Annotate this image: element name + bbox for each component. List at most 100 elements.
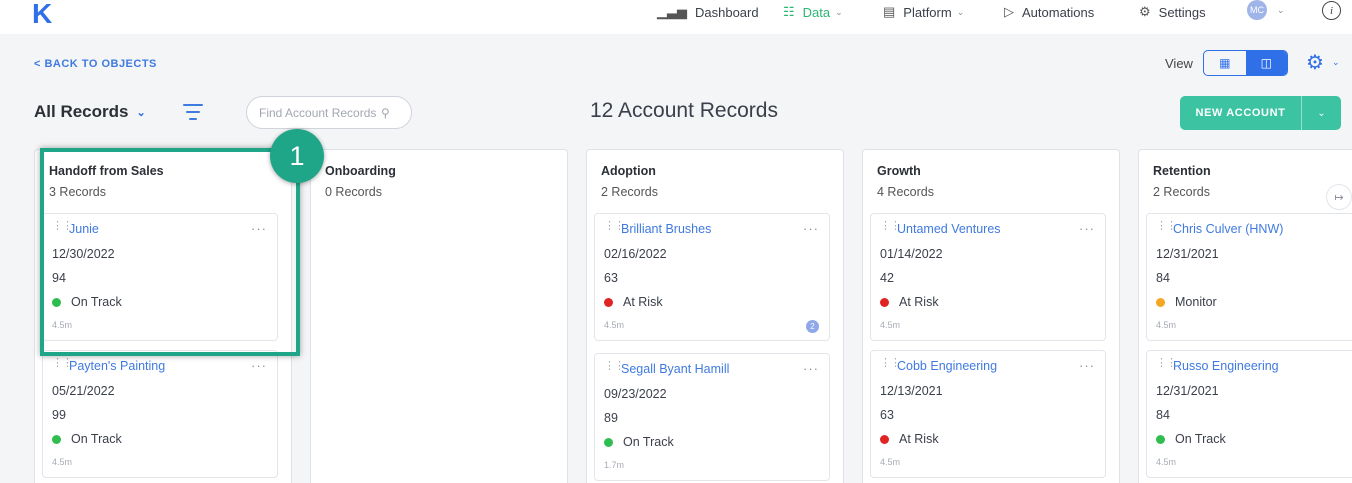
chevron-down-icon[interactable]: ⌄ (1332, 57, 1340, 68)
record-score: 42 (880, 271, 894, 285)
nav-settings-label: Settings (1158, 4, 1206, 20)
nav-platform[interactable]: ▤ Platform ⌄ (883, 3, 964, 21)
record-name-link[interactable]: Junie (69, 222, 99, 236)
record-name-link[interactable]: Payten's Painting (69, 359, 165, 373)
record-name-link[interactable]: Segall Byant Hamill (621, 362, 729, 376)
record-card[interactable]: ⋮⋮ Payten's Painting ··· 05/21/2022 99 O… (42, 350, 278, 478)
board-column-growth: Growth 4 Records ⋮⋮ Untamed Ventures ···… (862, 149, 1120, 483)
record-name-link[interactable]: Russo Engineering (1173, 359, 1279, 373)
more-options-icon[interactable]: ··· (1079, 358, 1095, 373)
chevron-down-icon: ⌄ (835, 6, 843, 17)
record-card[interactable]: ⋮⋮ Russo Engineering 12/31/2021 84 On Tr… (1146, 350, 1352, 478)
record-status: At Risk (604, 295, 663, 309)
view-label: View (1165, 56, 1193, 71)
bar-chart-icon: ▁▃▅ (657, 4, 687, 19)
record-score: 94 (52, 271, 66, 285)
expand-panel-arrow-icon[interactable]: ↦ (1326, 184, 1352, 210)
nav-automations[interactable]: ▷ Automations (1004, 3, 1094, 21)
status-dot-icon (880, 434, 889, 444)
record-score: 63 (880, 408, 894, 422)
record-status: On Track (1156, 432, 1226, 446)
step-number-badge: 1 (270, 129, 324, 183)
column-record-count: 3 Records (49, 185, 106, 199)
record-card[interactable]: ⋮⋮ Cobb Engineering ··· 12/13/2021 63 At… (870, 350, 1106, 478)
filter-icon[interactable] (183, 104, 203, 125)
drag-handle-icon[interactable]: ⋮⋮ (52, 221, 73, 232)
status-label: On Track (1175, 432, 1226, 446)
record-age: 4.5m (604, 320, 625, 330)
record-date: 12/31/2021 (1156, 384, 1219, 398)
more-options-icon[interactable]: ··· (803, 361, 819, 376)
status-dot-icon (604, 437, 613, 447)
record-card[interactable]: ⋮⋮ Untamed Ventures ··· 01/14/2022 42 At… (870, 213, 1106, 341)
page-title: 12 Account Records (590, 99, 778, 122)
chevron-down-icon: ⌄ (1277, 4, 1285, 15)
record-name-link[interactable]: Untamed Ventures (897, 222, 1001, 236)
user-menu[interactable]: MC ⌄ (1247, 0, 1285, 20)
drag-handle-icon[interactable]: ⋮⋮ (1156, 358, 1177, 369)
record-date: 02/16/2022 (604, 247, 667, 261)
record-age: 1.7m (604, 460, 625, 470)
back-to-objects-link[interactable]: < BACK TO OBJECTS (34, 58, 157, 70)
board-column-retention: Retention 2 Records ⋮⋮ Chris Culver (HNW… (1138, 149, 1352, 483)
search-box[interactable]: ⚲ (246, 96, 412, 129)
record-card[interactable]: ⋮⋮ Segall Byant Hamill ··· 09/23/2022 89… (594, 353, 830, 481)
drag-handle-icon[interactable]: ⋮⋮ (880, 221, 901, 232)
all-records-dropdown[interactable]: All Records ⌄ (34, 102, 146, 122)
new-account-button[interactable]: NEW ACCOUNT (1180, 96, 1301, 130)
columns-icon: ◫ (1260, 56, 1272, 70)
grid-icon: ▦ (1219, 56, 1231, 70)
status-label: On Track (71, 295, 122, 309)
column-title: Growth (877, 164, 921, 178)
board-settings-gear-icon[interactable]: ⚙ (1306, 50, 1324, 75)
comment-count-badge[interactable]: 2 (806, 320, 819, 333)
nav-dashboard[interactable]: ▁▃▅ Dashboard (657, 3, 759, 21)
nav-settings[interactable]: ⚙ Settings (1139, 3, 1206, 21)
record-status: On Track (604, 435, 674, 449)
status-dot-icon (604, 297, 613, 307)
record-name-link[interactable]: Brilliant Brushes (621, 222, 711, 236)
record-name-link[interactable]: Cobb Engineering (897, 359, 997, 373)
record-score: 99 (52, 408, 66, 422)
drag-handle-icon[interactable]: ⋮⋮ (604, 221, 625, 232)
app-logo[interactable]: K (32, 0, 52, 30)
more-options-icon[interactable]: ··· (251, 221, 267, 236)
info-icon[interactable]: i (1322, 1, 1341, 20)
drag-handle-icon[interactable]: ⋮⋮ (604, 361, 625, 372)
database-icon: ☷ (783, 4, 795, 19)
search-input[interactable] (259, 105, 377, 120)
nav-platform-label: Platform (903, 4, 952, 20)
record-card[interactable]: ⋮⋮ Brilliant Brushes ··· 02/16/2022 63 A… (594, 213, 830, 341)
board-view-button[interactable]: ◫ (1245, 51, 1287, 75)
record-status: Monitor (1156, 295, 1217, 309)
drag-handle-icon[interactable]: ⋮⋮ (52, 358, 73, 369)
more-options-icon[interactable]: ··· (803, 221, 819, 236)
record-score: 84 (1156, 271, 1170, 285)
nav-automations-label: Automations (1022, 4, 1095, 20)
drag-handle-icon[interactable]: ⋮⋮ (1156, 221, 1177, 232)
column-title: Onboarding (325, 164, 396, 178)
more-options-icon[interactable]: ··· (251, 358, 267, 373)
status-label: On Track (71, 432, 122, 446)
record-card[interactable]: ⋮⋮ Chris Culver (HNW) 12/31/2021 84 Moni… (1146, 213, 1352, 341)
avatar: MC (1247, 0, 1267, 20)
new-account-dropdown-button[interactable]: ⌄ (1301, 96, 1341, 130)
calendar-icon: ▤ (883, 4, 896, 19)
record-status: At Risk (880, 295, 939, 309)
column-record-count: 2 Records (601, 185, 658, 199)
more-options-icon[interactable]: ··· (1079, 221, 1095, 236)
record-name-link[interactable]: Chris Culver (HNW) (1173, 222, 1283, 236)
board-column-adoption: Adoption 2 Records ⋮⋮ Brilliant Brushes … (586, 149, 844, 483)
column-title: Handoff from Sales (49, 164, 164, 178)
record-score: 63 (604, 271, 618, 285)
record-card[interactable]: ⋮⋮ Junie ··· 12/30/2022 94 On Track 4.5m (42, 213, 278, 341)
all-records-label: All Records (34, 102, 129, 121)
top-navigation: K ▁▃▅ Dashboard ☷ Data ⌄ ▤ Platform ⌄ ▷ … (0, 0, 1352, 34)
new-account-button-group: NEW ACCOUNT ⌄ (1180, 96, 1341, 130)
table-view-button[interactable]: ▦ (1204, 51, 1246, 75)
column-title: Retention (1153, 164, 1211, 178)
nav-data[interactable]: ☷ Data ⌄ (783, 3, 843, 21)
record-score: 84 (1156, 408, 1170, 422)
drag-handle-icon[interactable]: ⋮⋮ (880, 358, 901, 369)
record-date: 01/14/2022 (880, 247, 943, 261)
